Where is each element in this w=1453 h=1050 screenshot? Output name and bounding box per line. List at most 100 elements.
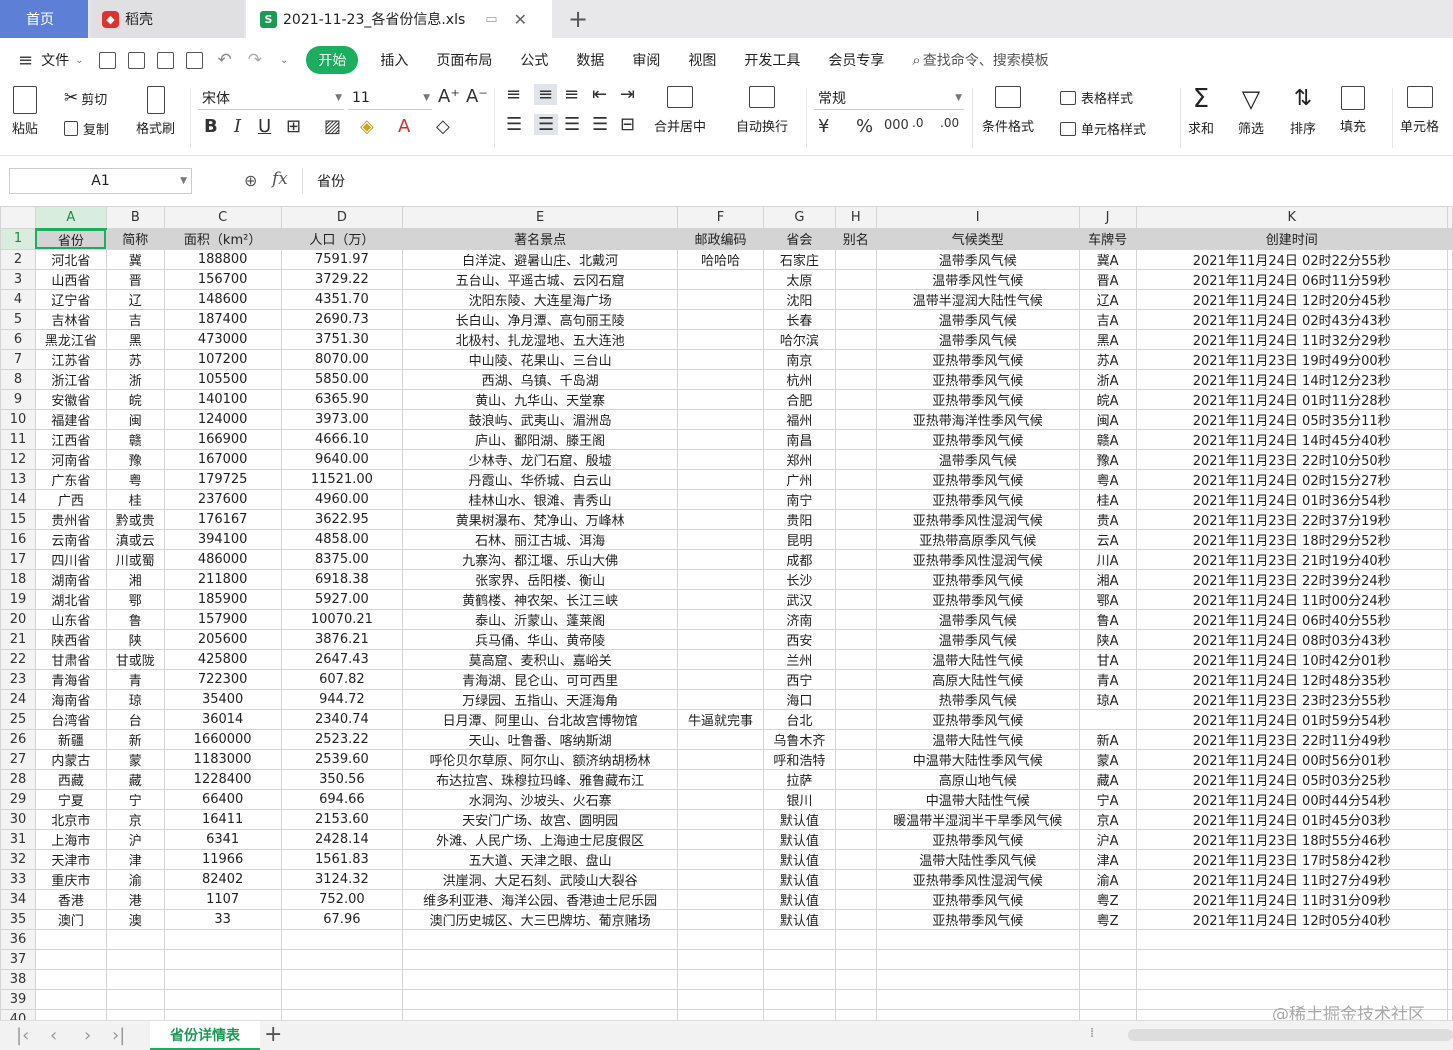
cell[interactable]: 台湾省	[34, 708, 107, 730]
cell[interactable]: 兰州	[762, 648, 836, 670]
cell[interactable]	[677, 848, 764, 870]
export-icon[interactable]	[128, 51, 146, 69]
cut-button[interactable]: ✂ 剪切	[64, 88, 107, 108]
header-cell[interactable]: 邮政编码	[677, 228, 764, 250]
cell[interactable]	[677, 1008, 764, 1020]
cell[interactable]: 贵州省	[34, 508, 107, 530]
cell[interactable]	[677, 668, 764, 690]
cell[interactable]: 2021年11月24日 01时45分03秒	[1135, 808, 1448, 830]
cell[interactable]	[677, 548, 764, 570]
cell[interactable]: 维多利亚港、海洋公园、香港迪士尼乐园	[402, 888, 679, 910]
row-header[interactable]: 18	[0, 568, 36, 590]
cell[interactable]	[402, 928, 679, 950]
cell[interactable]: 呼和浩特	[762, 748, 836, 770]
cell[interactable]: 167000	[163, 448, 282, 470]
column-header[interactable]: K	[1135, 206, 1448, 229]
cell[interactable]: 2021年11月24日 11时31分09秒	[1135, 888, 1448, 910]
cell[interactable]	[834, 708, 877, 730]
close-icon[interactable]: ✕	[514, 10, 527, 29]
cell[interactable]: 北京市	[34, 808, 107, 830]
menu-developer[interactable]: 开发工具	[744, 50, 800, 70]
cell[interactable]: 苏A	[1078, 348, 1137, 370]
cell[interactable]: 桂林山水、银滩、青秀山	[402, 488, 679, 510]
cell[interactable]: 157900	[163, 608, 282, 630]
cell[interactable]	[834, 368, 877, 390]
header-cell[interactable]: 别名	[834, 228, 877, 250]
conditional-format-button[interactable]: 条件格式	[982, 86, 1034, 135]
cell[interactable]: 2021年11月24日 14时45分40秒	[1135, 428, 1448, 450]
distribute-icon[interactable]: ⊟	[620, 114, 635, 135]
cell[interactable]: 甘或陇	[105, 648, 165, 670]
cell[interactable]: 澳	[105, 908, 165, 930]
cell[interactable]: 粤Z	[1078, 888, 1137, 910]
row-header[interactable]: 33	[0, 868, 36, 890]
cell[interactable]: 4960.00	[280, 488, 404, 510]
cell[interactable]: 辽A	[1078, 288, 1137, 310]
cell[interactable]: 温带季风气候	[875, 448, 1080, 470]
horizontal-scrollbar[interactable]	[1128, 1029, 1453, 1041]
cell[interactable]: 66400	[163, 788, 282, 810]
cell[interactable]	[834, 388, 877, 410]
cell[interactable]: 默认值	[762, 848, 836, 870]
fill-button[interactable]: 填充	[1340, 86, 1366, 135]
menu-insert[interactable]: 插入	[380, 50, 408, 70]
row-header[interactable]: 2	[0, 248, 36, 270]
row-header[interactable]: 3	[0, 268, 36, 290]
cell[interactable]: 西宁	[762, 668, 836, 690]
header-cell[interactable]: 气候类型	[875, 228, 1080, 250]
cell[interactable]	[834, 988, 877, 1010]
cell[interactable]: 呼伦贝尔草原、阿尔山、额济纳胡杨林	[402, 748, 679, 770]
cell[interactable]: 天安门广场、故宫、圆明园	[402, 808, 679, 830]
cell[interactable]: 黄果树瀑布、梵净山、万峰林	[402, 508, 679, 530]
cell[interactable]	[875, 948, 1080, 970]
print-preview-icon[interactable]	[186, 51, 204, 69]
cell[interactable]: 35400	[163, 688, 282, 710]
cell[interactable]: 莫高窟、麦积山、嘉峪关	[402, 648, 679, 670]
cell[interactable]: 晋	[105, 268, 165, 290]
cell[interactable]: 6341	[163, 828, 282, 850]
cell[interactable]	[677, 568, 764, 590]
cell[interactable]: 乌鲁木齐	[762, 728, 836, 750]
cell[interactable]: 5850.00	[280, 368, 404, 390]
table-style-button[interactable]: 表格样式	[1060, 88, 1133, 107]
cell[interactable]: 2021年11月23日 17时58分42秒	[1135, 848, 1448, 870]
cell[interactable]: 北极村、扎龙湿地、五大连池	[402, 328, 679, 350]
cell[interactable]: 石林、丽江古城、洱海	[402, 528, 679, 550]
indent-decrease-icon[interactable]: ⇤	[592, 84, 607, 105]
cell[interactable]: 2021年11月23日 18时29分52秒	[1135, 528, 1448, 550]
align-bottom-icon[interactable]: ≡	[564, 84, 579, 105]
cell[interactable]: 亚热带季风气候	[875, 348, 1080, 370]
row-header[interactable]: 17	[0, 548, 36, 570]
cell[interactable]: 温带半湿润大陆性气候	[875, 288, 1080, 310]
cell[interactable]: 6365.90	[280, 388, 404, 410]
sort-button[interactable]: ⇅ 排序	[1290, 86, 1316, 137]
decrease-font-icon[interactable]: A⁻	[466, 86, 488, 107]
cell[interactable]: 上海市	[34, 828, 107, 850]
cell[interactable]: 豫	[105, 448, 165, 470]
cell[interactable]	[1446, 868, 1453, 890]
cell[interactable]	[834, 628, 877, 650]
menu-data[interactable]: 数据	[576, 50, 604, 70]
cell[interactable]	[1446, 328, 1453, 350]
cell[interactable]	[834, 788, 877, 810]
fill-pattern-icon[interactable]: ▨	[324, 116, 341, 137]
header-cell[interactable]: 省会	[762, 228, 836, 250]
cell[interactable]: 11521.00	[280, 468, 404, 490]
cell[interactable]	[1446, 648, 1453, 670]
row-header[interactable]: 34	[0, 888, 36, 910]
cell[interactable]	[677, 408, 764, 430]
cell[interactable]: 鲁	[105, 608, 165, 630]
cell[interactable]: 148600	[163, 288, 282, 310]
cell[interactable]	[1446, 268, 1453, 290]
cell[interactable]: 亚热带季风气候	[875, 388, 1080, 410]
row-header[interactable]: 11	[0, 428, 36, 450]
column-header[interactable]: C	[163, 206, 282, 229]
cell[interactable]: 青海省	[34, 668, 107, 690]
cell[interactable]	[677, 968, 764, 990]
cell[interactable]	[402, 1008, 679, 1020]
cell[interactable]: 亚热带季风气候	[875, 708, 1080, 730]
cell[interactable]: 江西省	[34, 428, 107, 450]
hamburger-icon[interactable]: ≡	[18, 50, 33, 71]
cell[interactable]	[677, 948, 764, 970]
cell[interactable]: 8375.00	[280, 548, 404, 570]
